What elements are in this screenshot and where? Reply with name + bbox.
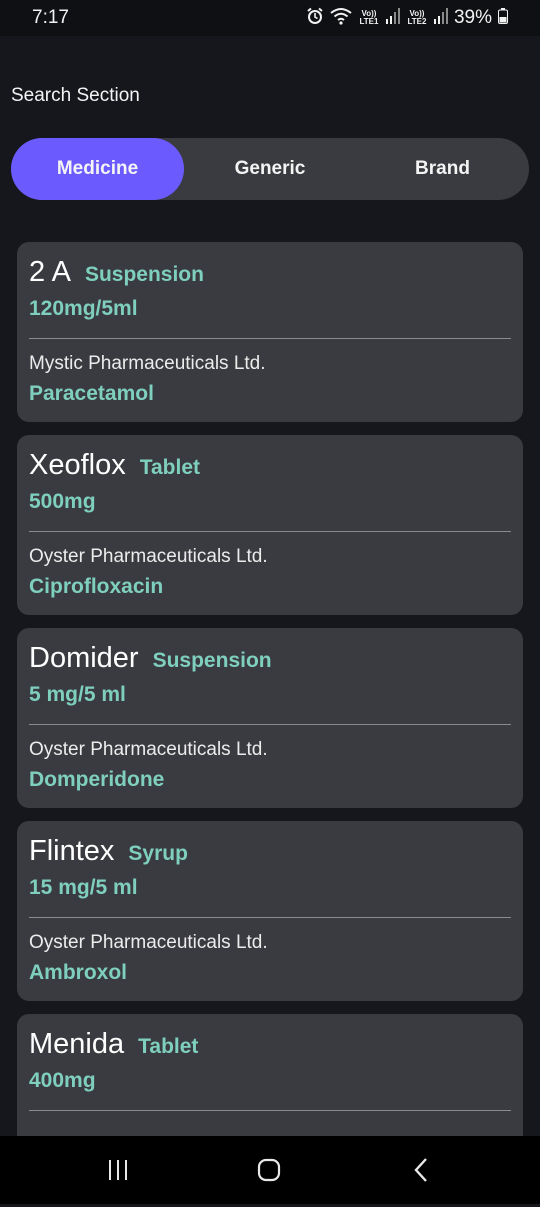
tab-brand[interactable]: Brand [356,138,529,200]
manufacturer: Oyster Pharmaceuticals Ltd. [29,932,268,953]
page-title: Search Section [11,85,140,106]
system-nav-bar [0,1136,540,1204]
generic-name: Domperidone [29,768,165,791]
dosage-form: Tablet [138,1035,199,1058]
card-divider [29,1110,511,1111]
manufacturer: Oyster Pharmaceuticals Ltd. [29,739,268,760]
medicine-name: Menida [29,1028,125,1060]
status-icons: Vo)) LTE1 Vo)) LTE2 39% [306,5,508,31]
tab-generic[interactable]: Generic [184,138,356,200]
medicine-strength: 5 mg/5 ml [29,683,126,706]
medicine-card[interactable]: Xeoflox Tablet 500mg Oyster Pharmaceutic… [17,435,523,615]
card-divider [29,917,511,918]
signal-icon [433,7,448,29]
dosage-form: Suspension [84,263,204,286]
medicine-list: 2 A Suspension 120mg/5ml Mystic Pharmace… [17,242,523,1207]
medicine-strength: 120mg/5ml [29,297,138,320]
tab-medicine[interactable]: Medicine [11,138,184,200]
medicine-card[interactable]: Flintex Syrup 15 mg/5 ml Oyster Pharmace… [17,821,523,1001]
search-type-tabs: Medicine Generic Brand [11,138,529,200]
card-divider [29,531,511,532]
wifi-icon [330,7,352,30]
medicine-name: 2 A [29,256,71,288]
lte1-label: Vo)) LTE1 [359,9,379,26]
generic-name: Ambroxol [29,961,128,984]
battery-percent: 39% [453,7,492,28]
generic-name: Paracetamol [29,382,154,405]
card-divider [29,338,511,339]
manufacturer: Oyster Pharmaceuticals Ltd. [29,546,268,567]
generic-name: Ciprofloxacin [29,575,164,598]
lte2-label: Vo)) LTE2 [407,9,427,26]
recents-icon[interactable] [100,1154,136,1186]
manufacturer: Mystic Pharmaceuticals Ltd. [29,353,266,374]
medicine-name: Domider [29,642,139,674]
status-time: 7:17 [32,7,69,28]
status-bar: 7:17 Vo)) LTE1 Vo)) LTE2 39% [0,0,540,36]
medicine-strength: 500mg [29,490,96,513]
medicine-name: Flintex [29,835,115,867]
alarm-icon [306,7,324,30]
dosage-form: Tablet [139,456,201,479]
back-icon[interactable] [403,1154,439,1186]
medicine-strength: 15 mg/5 ml [29,876,138,899]
medicine-name: Xeoflox [29,449,126,481]
home-icon[interactable] [251,1154,287,1186]
signal-icon [385,7,400,29]
dosage-form: Syrup [128,842,188,865]
battery-icon [498,7,508,29]
medicine-strength: 400mg [29,1069,96,1092]
dosage-form: Suspension [152,649,272,672]
card-divider [29,724,511,725]
medicine-card[interactable]: Domider Suspension 5 mg/5 ml Oyster Phar… [17,628,523,808]
medicine-card[interactable]: 2 A Suspension 120mg/5ml Mystic Pharmace… [17,242,523,422]
